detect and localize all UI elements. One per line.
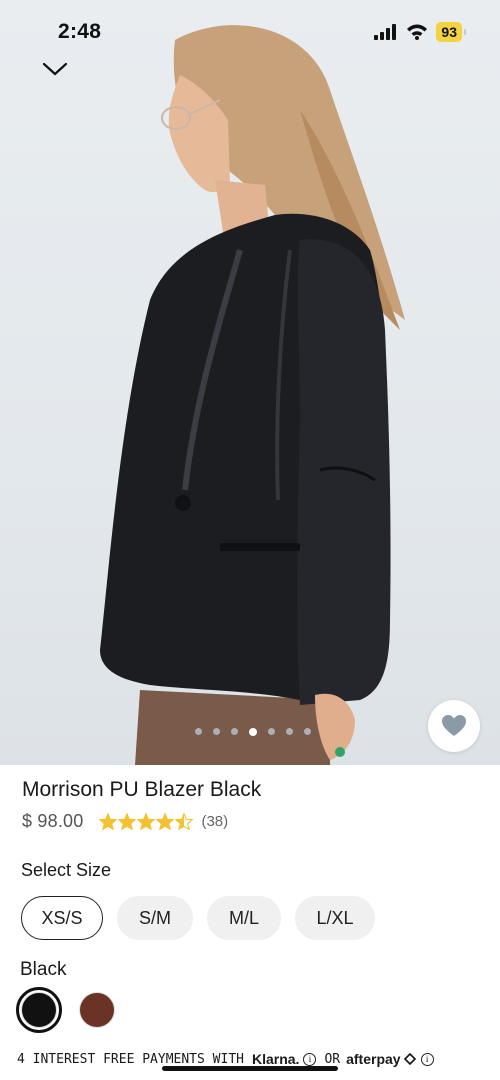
product-photo bbox=[100, 25, 405, 765]
size-option[interactable]: S/M bbox=[117, 896, 193, 940]
star-icon bbox=[156, 813, 175, 830]
wishlist-button[interactable] bbox=[428, 700, 480, 752]
gallery-dot[interactable] bbox=[304, 728, 311, 735]
battery-icon: 93 bbox=[436, 22, 462, 42]
star-icon bbox=[137, 813, 156, 830]
star-icon bbox=[118, 813, 137, 830]
price-row: $ 98.00 (38) bbox=[22, 811, 228, 832]
color-swatches bbox=[16, 987, 120, 1033]
product-image-gallery[interactable]: 2:48 93 bbox=[0, 0, 500, 765]
home-indicator bbox=[162, 1066, 338, 1071]
gallery-dot[interactable] bbox=[231, 728, 238, 735]
size-option[interactable]: L/XL bbox=[295, 896, 375, 940]
status-bar: 2:48 93 bbox=[0, 0, 500, 60]
afterpay-logo: afterpay bbox=[346, 1051, 401, 1067]
collapse-button[interactable] bbox=[38, 56, 72, 82]
gallery-dot[interactable] bbox=[195, 728, 202, 735]
color-label: Black bbox=[20, 959, 67, 980]
star-icon bbox=[175, 813, 194, 830]
battery-nub bbox=[464, 29, 466, 35]
size-label: Select Size bbox=[21, 860, 112, 880]
product-price: $ 98.00 bbox=[22, 811, 84, 831]
rating-stars[interactable] bbox=[99, 813, 194, 830]
size-option[interactable]: M/L bbox=[207, 896, 281, 940]
status-time: 2:48 bbox=[58, 20, 102, 43]
payment-options: 4 INTEREST FREE PAYMENTS WITH Klarna. i … bbox=[17, 1051, 434, 1067]
chevron-down-icon bbox=[42, 62, 68, 76]
afterpay-arrows-icon bbox=[403, 1053, 416, 1065]
size-option[interactable]: XS/S bbox=[21, 896, 103, 940]
heart-icon bbox=[442, 715, 466, 736]
gallery-pagination[interactable] bbox=[0, 728, 500, 736]
star-icon bbox=[99, 813, 118, 830]
gallery-dot[interactable] bbox=[268, 728, 275, 735]
gallery-dot[interactable] bbox=[286, 728, 293, 735]
size-options: XS/S S/M M/L L/XL bbox=[21, 896, 375, 940]
swatch-fill bbox=[21, 992, 57, 1028]
status-icons: 93 bbox=[374, 22, 466, 42]
review-count[interactable]: (38) bbox=[201, 813, 228, 830]
klarna-logo: Klarna. bbox=[251, 1051, 300, 1067]
signal-icon bbox=[374, 24, 397, 40]
wifi-icon bbox=[407, 24, 428, 40]
gallery-dot[interactable] bbox=[249, 728, 257, 736]
klarna-info-icon[interactable]: i bbox=[303, 1052, 317, 1066]
product-title: Morrison PU Blazer Black bbox=[22, 778, 262, 801]
gallery-dot[interactable] bbox=[213, 728, 220, 735]
color-swatch[interactable] bbox=[16, 987, 62, 1033]
payment-text: 4 INTEREST FREE PAYMENTS WITH bbox=[17, 1051, 244, 1067]
color-swatch[interactable] bbox=[74, 987, 120, 1033]
afterpay-info-icon[interactable]: i bbox=[420, 1052, 434, 1066]
swatch-fill bbox=[79, 992, 115, 1028]
payment-or: OR bbox=[324, 1051, 341, 1067]
